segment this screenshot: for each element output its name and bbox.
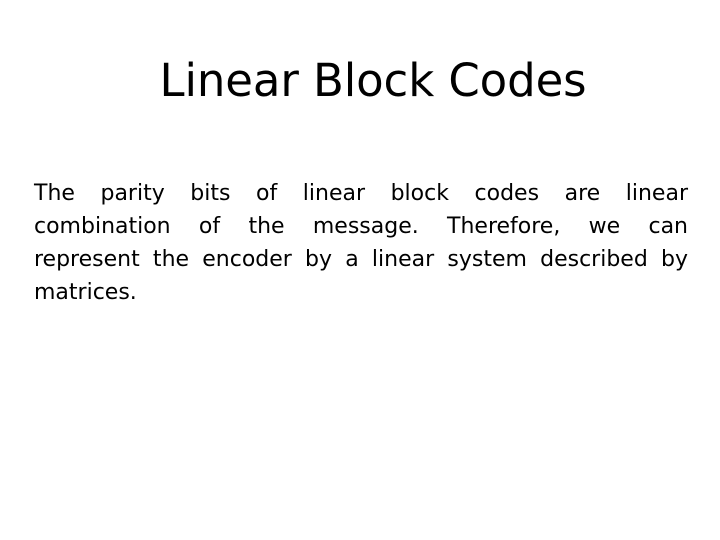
body-line-1: The parity bits of linear block codes ar… bbox=[34, 181, 688, 206]
page-title: Linear Block Codes bbox=[159, 54, 587, 107]
body-line-2: combination of the message. Therefore, w… bbox=[34, 214, 688, 239]
body-line-3: represent the encoder by a linear system… bbox=[34, 247, 688, 272]
slide-body-text: The parity bits of linear block codes ar… bbox=[34, 177, 688, 309]
body-line-4: matrices. bbox=[34, 280, 137, 305]
slide-canvas: Linear Block Codes The parity bits of li… bbox=[0, 0, 720, 540]
